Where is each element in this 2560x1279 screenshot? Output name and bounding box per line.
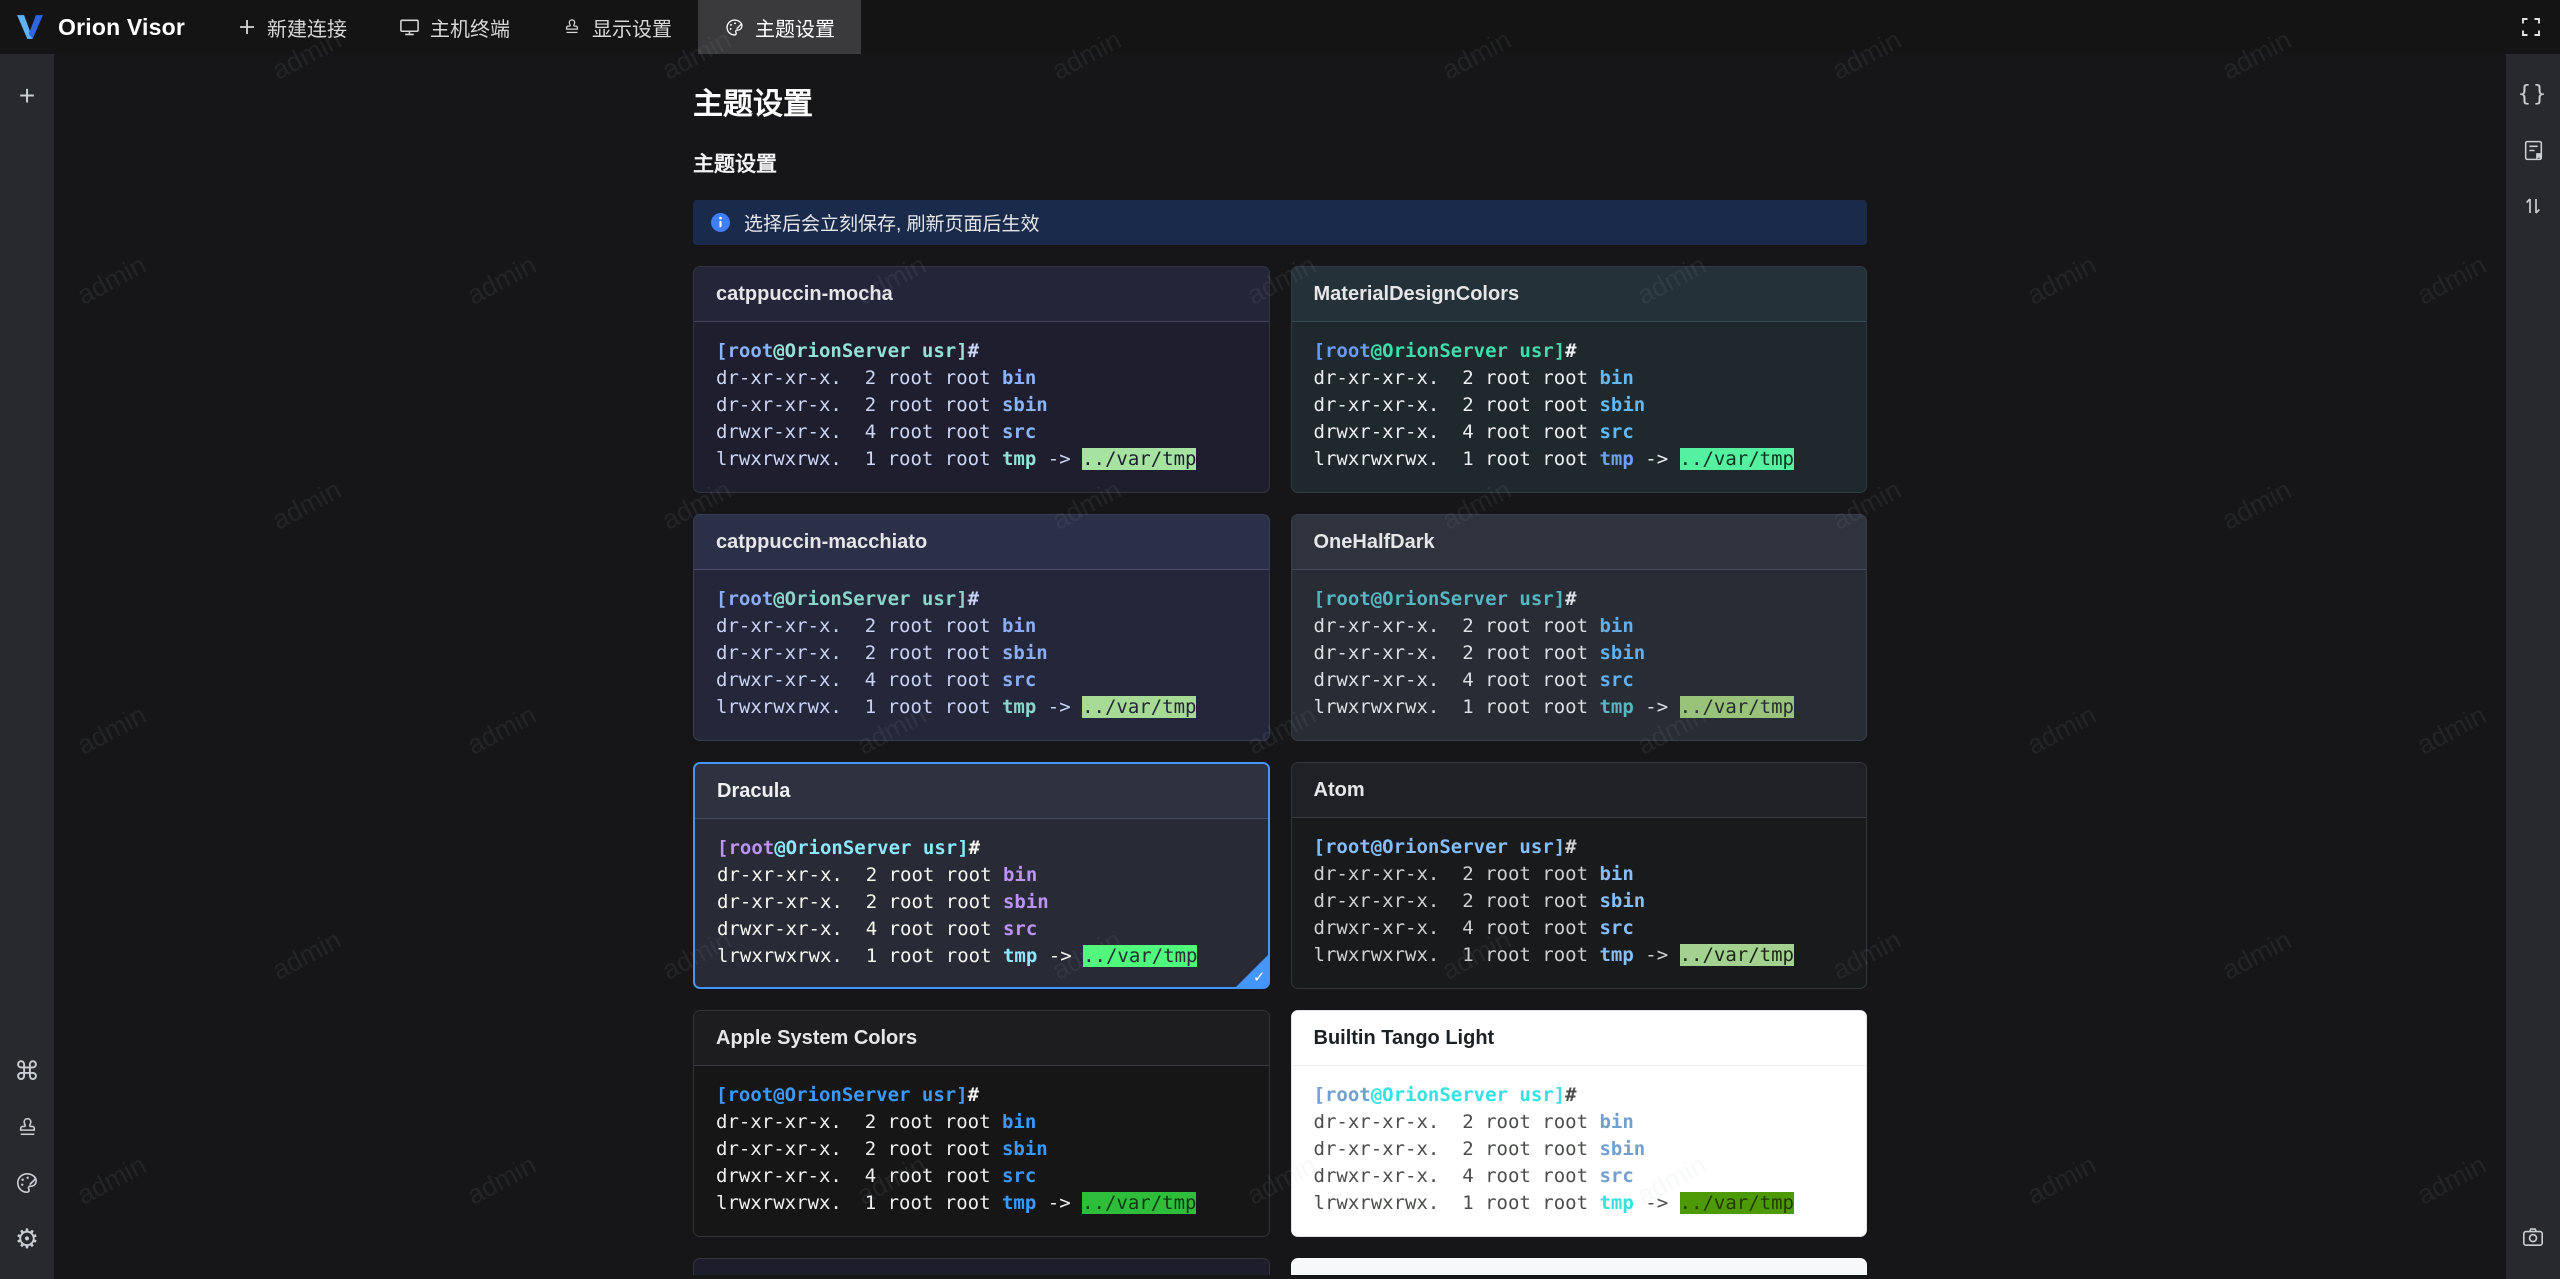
tab-display-settings[interactable]: 显示设置 bbox=[536, 0, 698, 54]
theme-name: Atom bbox=[1313, 778, 1365, 801]
main-panel: 主题设置 主题设置 选择后会立刻保存, 刷新页面后生效 catppuccin-m… bbox=[54, 54, 2506, 1279]
settings-button[interactable]: ⚙ bbox=[10, 1222, 44, 1256]
theme-name: MaterialDesignColors bbox=[1313, 282, 1520, 305]
top-bar: Orion Visor 新建连接 主机终端 显示设置 主题设置 bbox=[0, 0, 2560, 54]
theme-terminal-preview: [root@OrionServer usr]# dr-xr-xr-x. 2 roo… bbox=[717, 837, 1198, 967]
theme-name: Builtin Tango Light bbox=[1313, 1026, 1495, 1049]
tab-bar: 新建连接 主机终端 显示设置 主题设置 bbox=[211, 0, 862, 54]
tab-label: 主机终端 bbox=[430, 18, 511, 41]
gear-icon: ⚙ bbox=[14, 1223, 40, 1254]
screenshot-button[interactable] bbox=[2516, 1220, 2550, 1254]
theme-card-header: catppuccin-macchiato bbox=[694, 515, 1269, 570]
section-title: 主题设置 bbox=[693, 153, 777, 176]
tab-new-connection[interactable]: 新建连接 bbox=[211, 0, 373, 54]
alert-text: 选择后会立刻保存, 刷新页面后生效 bbox=[744, 214, 1040, 235]
theme-card-partial[interactable] bbox=[693, 1258, 1270, 1275]
theme-settings-button[interactable] bbox=[10, 1166, 44, 1200]
app-logo: Orion Visor bbox=[0, 0, 211, 54]
theme-card[interactable]: Dracula [root@OrionServer usr]# dr-xr-xr-… bbox=[693, 762, 1270, 989]
session-info-button[interactable] bbox=[2516, 133, 2550, 167]
terminal-monitor-icon bbox=[399, 17, 420, 37]
theme-name: Apple System Colors bbox=[716, 1026, 918, 1049]
theme-terminal-preview: [root@OrionServer usr]# dr-xr-xr-x. 2 roo… bbox=[716, 1084, 1197, 1214]
theme-card-header: Dracula bbox=[695, 764, 1268, 819]
app-title: Orion Visor bbox=[58, 13, 186, 40]
theme-terminal-preview: [root@OrionServer usr]# dr-xr-xr-x. 2 roo… bbox=[1313, 340, 1794, 470]
theme-name: catppuccin-mocha bbox=[716, 282, 893, 305]
theme-name: catppuccin-macchiato bbox=[716, 530, 928, 553]
stamp-icon bbox=[562, 17, 582, 37]
info-alert: 选择后会立刻保存, 刷新页面后生效 bbox=[693, 200, 1867, 245]
theme-terminal-preview: [root@OrionServer usr]# dr-xr-xr-x. 2 roo… bbox=[1313, 1084, 1794, 1214]
plus-icon: + bbox=[18, 80, 36, 111]
theme-card[interactable]: MaterialDesignColors [root@OrionServer u… bbox=[1290, 266, 1867, 493]
theme-card[interactable]: Atom [root@OrionServer usr]# dr-xr-xr-x. … bbox=[1290, 762, 1867, 989]
tab-host-terminal[interactable]: 主机终端 bbox=[373, 0, 536, 54]
document-bookmark-icon bbox=[2521, 138, 2546, 163]
fullscreen-button[interactable] bbox=[2502, 0, 2560, 54]
command-snippets-button[interactable]: ⌘ bbox=[10, 1054, 44, 1088]
display-settings-button[interactable] bbox=[10, 1110, 44, 1144]
tab-label: 主题设置 bbox=[755, 18, 836, 41]
theme-card[interactable]: catppuccin-mocha [root@OrionServer usr]#… bbox=[693, 266, 1270, 493]
selected-check-icon: ✓ bbox=[1234, 954, 1268, 987]
tab-label: 新建连接 bbox=[267, 18, 348, 41]
info-icon bbox=[710, 212, 731, 233]
theme-terminal-preview: [root@OrionServer usr]# dr-xr-xr-x. 2 roo… bbox=[716, 340, 1197, 470]
theme-card[interactable]: catppuccin-macchiato [root@OrionServer u… bbox=[693, 514, 1270, 741]
sftp-transfer-button[interactable] bbox=[2516, 189, 2550, 223]
theme-card-header: Atom bbox=[1291, 763, 1866, 818]
tab-label: 显示设置 bbox=[592, 18, 673, 41]
sort-arrows-icon bbox=[2521, 194, 2545, 218]
stamp-icon bbox=[15, 1115, 40, 1140]
theme-card-header: Builtin Tango Light bbox=[1291, 1011, 1866, 1066]
theme-card-partial[interactable] bbox=[1290, 1258, 1867, 1275]
right-sidebar: {} bbox=[2506, 54, 2560, 1279]
fullscreen-icon bbox=[2519, 15, 2543, 39]
tab-theme-settings[interactable]: 主题设置 bbox=[698, 0, 862, 54]
theme-card[interactable]: Apple System Colors [root@OrionServer us… bbox=[693, 1010, 1270, 1237]
theme-card-header: MaterialDesignColors bbox=[1291, 267, 1866, 322]
orion-visor-logo-icon bbox=[14, 13, 46, 41]
theme-terminal-preview: [root@OrionServer usr]# dr-xr-xr-x. 2 roo… bbox=[716, 588, 1197, 718]
new-tab-button[interactable]: + bbox=[10, 79, 44, 113]
theme-card-header: Apple System Colors bbox=[694, 1011, 1269, 1066]
left-sidebar: + ⌘ ⚙ bbox=[0, 54, 54, 1279]
theme-card[interactable]: Builtin Tango Light [root@OrionServer us… bbox=[1290, 1010, 1867, 1237]
theme-name: Dracula bbox=[717, 779, 791, 802]
camera-icon bbox=[2520, 1224, 2546, 1250]
command-icon: ⌘ bbox=[14, 1056, 40, 1086]
theme-terminal-preview: [root@OrionServer usr]# dr-xr-xr-x. 2 roo… bbox=[1313, 588, 1794, 718]
theme-name: OneHalfDark bbox=[1313, 530, 1435, 553]
curly-braces-icon: {} bbox=[2517, 81, 2549, 107]
theme-card-grid: catppuccin-mocha [root@OrionServer usr]#… bbox=[693, 266, 1867, 1275]
theme-terminal-preview: [root@OrionServer usr]# dr-xr-xr-x. 2 roo… bbox=[1313, 836, 1794, 966]
palette-icon bbox=[14, 1170, 40, 1196]
theme-card-header: OneHalfDark bbox=[1291, 515, 1866, 570]
session-variables-button[interactable]: {} bbox=[2516, 77, 2550, 111]
theme-card[interactable]: OneHalfDark [root@OrionServer usr]# dr-xr… bbox=[1290, 514, 1867, 741]
palette-icon bbox=[724, 17, 745, 38]
page-title: 主题设置 bbox=[693, 88, 813, 121]
plus-icon bbox=[237, 17, 257, 37]
theme-card-header: catppuccin-mocha bbox=[694, 267, 1269, 322]
